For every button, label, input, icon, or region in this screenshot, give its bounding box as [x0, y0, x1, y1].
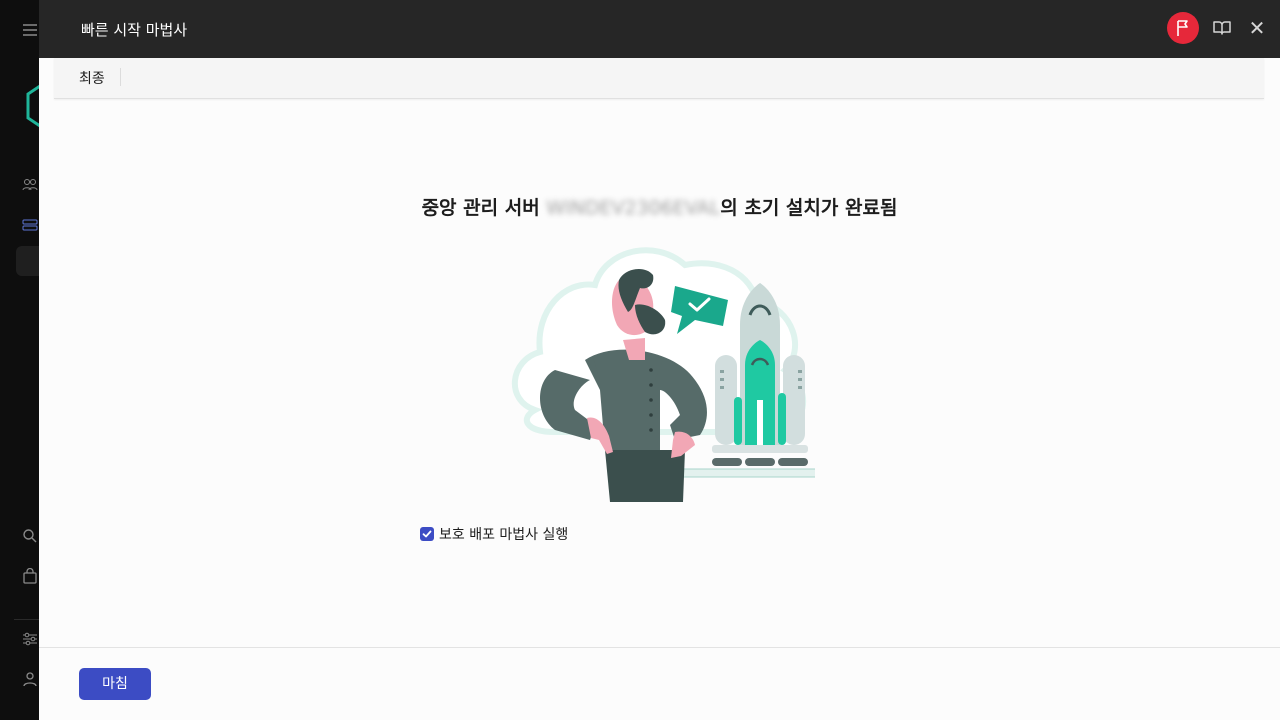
wizard-step-bar: 최종 [54, 58, 1264, 99]
step-final: 최종 [79, 71, 105, 87]
close-icon: ✕ [1248, 16, 1266, 40]
success-illustration [495, 240, 841, 502]
users-icon[interactable] [22, 177, 40, 195]
completion-heading: 중앙 관리 서버 WINDEV2306EVAL의 초기 설치가 완료됨 [39, 193, 1280, 220]
heading-prefix: 중앙 관리 서버 [421, 197, 547, 219]
dialog-header: 빠른 시작 마법사 ✕ [39, 0, 1280, 58]
finish-button[interactable]: 마침 [79, 668, 151, 700]
step-separator [120, 68, 121, 86]
user-icon[interactable] [22, 671, 40, 689]
checkbox-label[interactable]: 보호 배포 마법사 실행 [439, 524, 568, 544]
feedback-flag-button[interactable] [1167, 12, 1199, 44]
close-button[interactable]: ✕ [1246, 17, 1268, 39]
search-icon[interactable] [22, 528, 40, 546]
book-icon [1213, 21, 1231, 35]
heading-suffix: 의 초기 설치가 완료됨 [720, 197, 898, 219]
settings-sliders-icon[interactable] [22, 631, 40, 649]
server-name-redacted: WINDEV2306EVAL [546, 197, 721, 219]
checkmark-icon [422, 530, 432, 538]
quick-start-wizard-dialog: 빠른 시작 마법사 ✕ 최종 중앙 관리 서버 WINDEV2306EVAL의 … [39, 0, 1280, 720]
shopping-bag-icon[interactable] [22, 567, 40, 586]
sidebar-divider [14, 619, 39, 620]
app-sidebar [0, 0, 46, 720]
flag-icon [1177, 20, 1188, 36]
servers-icon[interactable] [22, 217, 40, 235]
footer-divider [39, 647, 1280, 648]
documentation-button[interactable] [1212, 18, 1232, 38]
menu-icon[interactable] [22, 22, 40, 40]
run-deployment-wizard-checkbox[interactable] [420, 527, 434, 541]
dialog-title: 빠른 시작 마법사 [81, 21, 188, 39]
